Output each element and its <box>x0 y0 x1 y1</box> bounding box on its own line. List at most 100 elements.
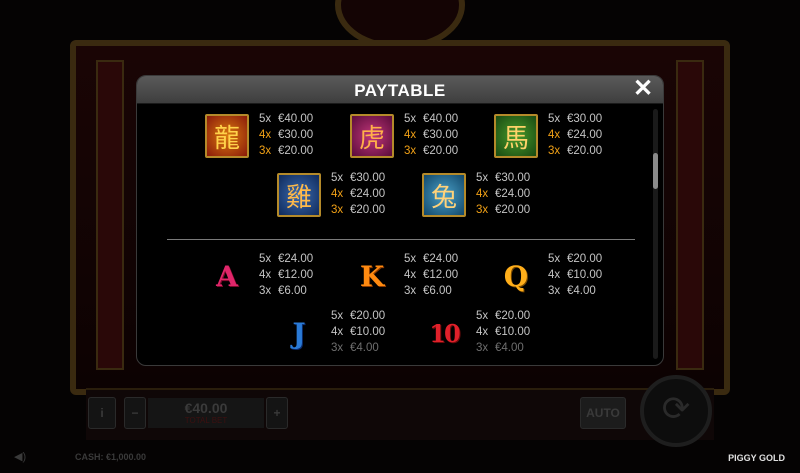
payout-count: 3x <box>404 145 417 157</box>
payout-count: 4x <box>259 269 272 281</box>
left-pillar <box>96 60 124 370</box>
payout-row: 4x €12.00 <box>404 267 458 283</box>
payout-amount: €30.00 <box>350 172 386 184</box>
payout-amount: €4.00 <box>567 285 596 297</box>
payout-row: 5x €20.00 <box>548 251 602 267</box>
payout-list: 5x €40.00 4x €30.00 3x €20.00 <box>259 111 313 159</box>
payout-amount: €20.00 <box>567 145 603 157</box>
dialog-title: PAYTABLE <box>354 81 446 100</box>
info-icon: i <box>100 406 104 420</box>
payout-amount: €30.00 <box>278 129 314 141</box>
dragon-symbol-icon: 龍 <box>205 114 249 158</box>
payout-row: 3x €20.00 <box>548 143 602 159</box>
info-button[interactable]: i <box>88 397 116 429</box>
payout-row: 4x €30.00 <box>404 127 458 143</box>
payout-row: 4x €24.00 <box>548 127 602 143</box>
bet-decrease-button[interactable]: − <box>124 397 146 429</box>
total-bet-display: €40.00 TOTAL BET <box>148 398 264 428</box>
payout-list: 5x €30.00 4x €24.00 3x €20.00 <box>548 111 602 159</box>
payout-count: 5x <box>476 172 489 184</box>
payout-row: 5x €30.00 <box>476 170 530 186</box>
payout-row: 3x €6.00 <box>259 283 313 299</box>
payout-count: 4x <box>331 188 344 200</box>
symbol-k-icon: K <box>359 259 385 293</box>
payout-count: 4x <box>476 326 489 338</box>
rooster-symbol-icon: 雞 <box>277 173 321 217</box>
payout-count: 5x <box>331 310 344 322</box>
payout-amount: €24.00 <box>278 253 314 265</box>
bet-increase-button[interactable]: + <box>266 397 288 429</box>
auto-button[interactable]: AUTO <box>580 397 626 429</box>
close-icon[interactable]: ✕ <box>633 77 653 101</box>
minus-icon: − <box>131 406 139 420</box>
payout-count: 5x <box>548 113 561 125</box>
payout-row: 4x €24.00 <box>476 186 530 202</box>
payout-count: 3x <box>548 285 561 297</box>
payout-count: 3x <box>548 145 561 157</box>
payout-row: 4x €24.00 <box>331 186 385 202</box>
payout-count: 3x <box>404 285 417 297</box>
payout-amount: €20.00 <box>495 310 531 322</box>
payout-count: 3x <box>259 145 272 157</box>
bet-amount: €40.00 <box>184 400 228 416</box>
symbol-q-icon: Q <box>503 259 529 293</box>
payout-count: 5x <box>404 113 417 125</box>
payout-row: 5x €40.00 <box>259 111 313 127</box>
symbol-j-icon: J <box>292 316 306 350</box>
payout-row: 3x €4.00 <box>548 283 602 299</box>
payout-count: 4x <box>404 269 417 281</box>
plus-icon: + <box>273 406 281 420</box>
scrollbar[interactable] <box>653 109 658 359</box>
payout-amount: €6.00 <box>278 285 307 297</box>
payout-count: 5x <box>404 253 417 265</box>
tiger-symbol-icon: 虎 <box>350 114 394 158</box>
payout-list: 5x €20.00 4x €10.00 3x €4.00 <box>331 308 385 356</box>
payout-amount: €20.00 <box>350 204 386 216</box>
payout-list: 5x €20.00 4x €10.00 3x €4.00 <box>548 251 602 299</box>
payout-row: 4x €10.00 <box>476 324 530 340</box>
cash-balance: CASH: €1,000.00 <box>75 452 147 462</box>
payout-count: 4x <box>548 129 561 141</box>
payout-row: 3x €4.00 <box>331 340 385 356</box>
payout-count: 4x <box>548 269 561 281</box>
payout-amount: €20.00 <box>495 204 531 216</box>
payout-amount: €4.00 <box>495 342 524 354</box>
payout-row: 5x €20.00 <box>476 308 530 324</box>
payout-count: 4x <box>259 129 272 141</box>
payout-count: 3x <box>331 342 344 354</box>
payout-count: 5x <box>259 253 272 265</box>
payout-row: 5x €40.00 <box>404 111 458 127</box>
payout-count: 4x <box>331 326 344 338</box>
payout-row: 4x €30.00 <box>259 127 313 143</box>
payout-amount: €30.00 <box>495 172 531 184</box>
payout-row: 3x €20.00 <box>331 202 385 218</box>
symbol-a-icon: A <box>216 259 238 293</box>
paytable-dialog: PAYTABLE ✕ 龍 5x €40.00 4x €30.00 3x €20.00 虎 5x €… <box>136 75 664 366</box>
scroll-thumb[interactable] <box>653 153 658 189</box>
symbol-10-icon: 10 <box>429 318 460 348</box>
speaker-icon[interactable]: ◀) <box>14 450 26 463</box>
auto-label: AUTO <box>586 406 620 420</box>
section-divider <box>167 239 635 240</box>
payout-amount: €20.00 <box>423 145 459 157</box>
horse-symbol-icon: 馬 <box>494 114 538 158</box>
payout-count: 5x <box>476 310 489 322</box>
payout-row: 3x €6.00 <box>404 283 458 299</box>
payout-count: 5x <box>259 113 272 125</box>
payout-row: 5x €30.00 <box>548 111 602 127</box>
payout-amount: €24.00 <box>350 188 386 200</box>
payout-amount: €10.00 <box>567 269 603 281</box>
spin-button[interactable]: ⟳ <box>640 375 712 447</box>
payout-count: 4x <box>476 188 489 200</box>
payout-amount: €24.00 <box>495 188 531 200</box>
payout-amount: €12.00 <box>278 269 314 281</box>
game-screen: i − €40.00 TOTAL BET + AUTO ⟳ ◀) CASH: €… <box>0 0 800 473</box>
payout-list: 5x €30.00 4x €24.00 3x €20.00 <box>476 170 530 218</box>
payout-count: 4x <box>404 129 417 141</box>
payout-amount: €20.00 <box>278 145 314 157</box>
dialog-header: PAYTABLE ✕ <box>137 76 663 104</box>
payout-row: 4x €12.00 <box>259 267 313 283</box>
payout-amount: €30.00 <box>423 129 459 141</box>
payout-count: 3x <box>331 204 344 216</box>
payout-row: 3x €20.00 <box>259 143 313 159</box>
